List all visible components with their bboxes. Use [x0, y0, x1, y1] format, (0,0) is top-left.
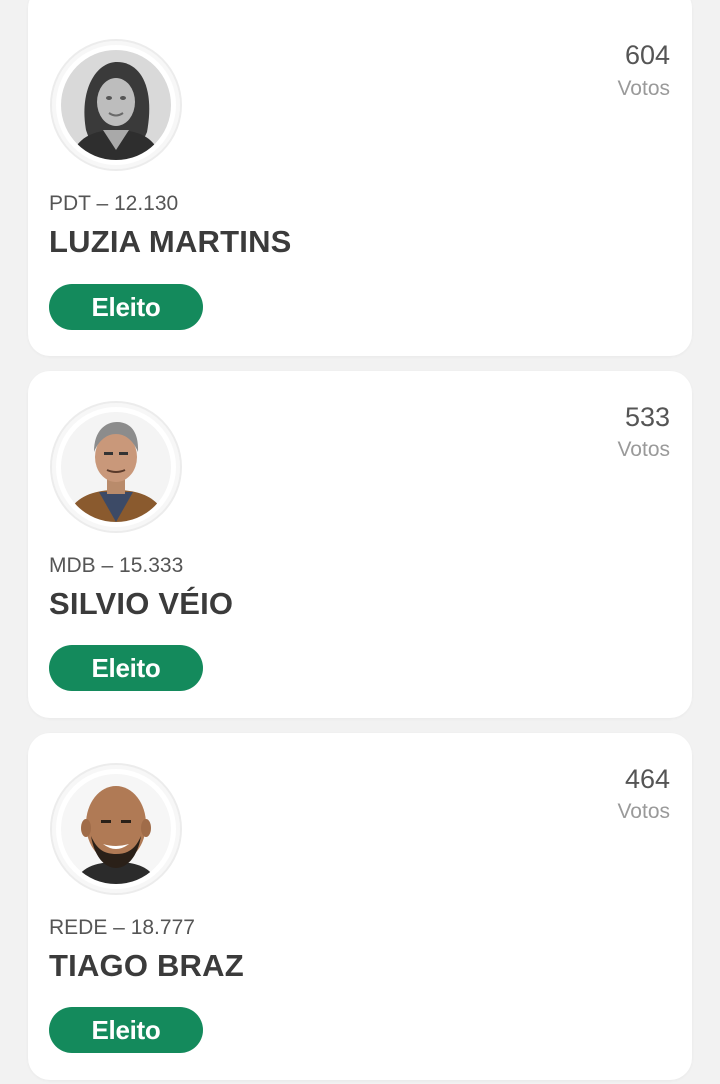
candidate-name: TIAGO BRAZ	[49, 948, 244, 983]
status-badge: Eleito	[49, 1007, 203, 1053]
candidate-card[interactable]: 604 Votos PDT – 12.130 LUZIA MARTINS Ele…	[28, 0, 692, 356]
party-number: MDB – 15.333	[49, 554, 184, 577]
votes-label: Votos	[617, 800, 670, 823]
avatar-frame	[50, 39, 182, 171]
votes-count: 464	[624, 764, 670, 794]
avatar	[61, 412, 171, 522]
status-badge: Eleito	[49, 645, 203, 691]
candidate-name: SILVIO VÉIO	[49, 586, 234, 621]
status-badge: Eleito	[49, 284, 203, 330]
votes-count: 604	[624, 40, 670, 70]
party-number: PDT – 12.130	[49, 192, 179, 215]
candidate-card[interactable]: 464 Votos REDE – 18.777 TIAGO BRAZ Eleit…	[28, 733, 692, 1080]
votes-label: Votos	[617, 77, 670, 100]
candidate-name: LUZIA MARTINS	[49, 224, 292, 259]
avatar-frame	[50, 401, 182, 533]
votes-label: Votos	[617, 438, 670, 461]
avatar	[61, 50, 171, 160]
votes-count: 533	[624, 402, 670, 432]
avatar-frame	[50, 763, 182, 895]
party-number: REDE – 18.777	[49, 916, 195, 939]
candidate-card[interactable]: 533 Votos MDB – 15.333 SILVIO VÉIO Eleit…	[28, 371, 692, 718]
avatar	[61, 774, 171, 884]
